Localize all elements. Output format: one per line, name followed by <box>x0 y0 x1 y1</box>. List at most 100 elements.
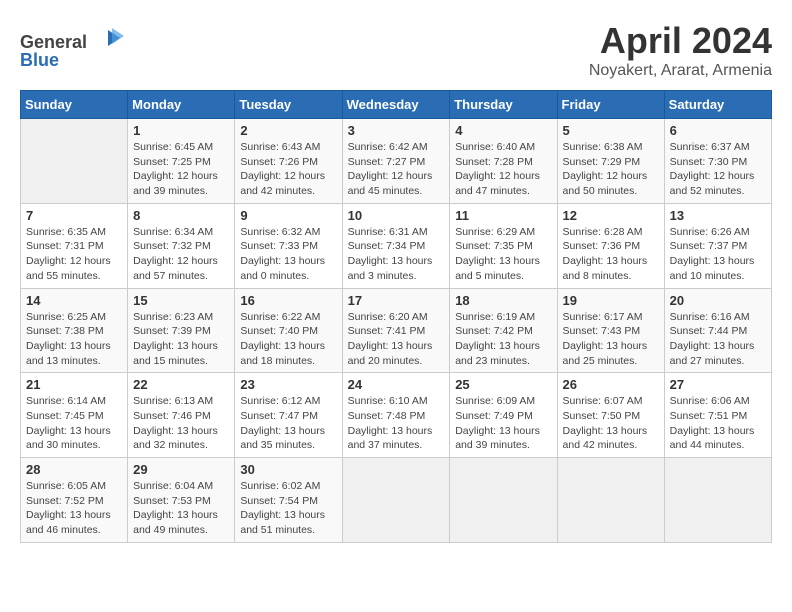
day-info: Sunrise: 6:35 AMSunset: 7:31 PMDaylight:… <box>26 225 122 284</box>
weekday-header-tuesday: Tuesday <box>235 91 342 119</box>
calendar-week-row: 1 Sunrise: 6:45 AMSunset: 7:25 PMDaylight… <box>21 119 772 204</box>
weekday-header-sunday: Sunday <box>21 91 128 119</box>
calendar-cell: 25 Sunrise: 6:09 AMSunset: 7:49 PMDayligh… <box>450 373 557 458</box>
weekday-header-friday: Friday <box>557 91 664 119</box>
calendar-cell <box>557 458 664 543</box>
calendar-cell: 7 Sunrise: 6:35 AMSunset: 7:31 PMDaylight… <box>21 203 128 288</box>
calendar-cell: 27Sunrise: 6:06 AMSunset: 7:51 PMDayligh… <box>664 373 771 458</box>
day-info: Sunrise: 6:09 AMSunset: 7:49 PMDaylight:… <box>455 394 551 453</box>
calendar-cell: 19 Sunrise: 6:17 AMSunset: 7:43 PMDayligh… <box>557 288 664 373</box>
day-number: 13 <box>670 208 766 223</box>
day-number: 6 <box>670 123 766 138</box>
calendar-cell <box>21 119 128 204</box>
day-info: Sunrise: 6:05 AMSunset: 7:52 PMDaylight:… <box>26 479 122 538</box>
calendar-cell: 15Sunrise: 6:23 AMSunset: 7:39 PMDayligh… <box>128 288 235 373</box>
title-area: April 2024 Noyakert, Ararat, Armenia <box>589 20 772 80</box>
day-info: Sunrise: 6:02 AMSunset: 7:54 PMDaylight:… <box>240 479 336 538</box>
day-info: Sunrise: 6:25 AMSunset: 7:38 PMDaylight:… <box>26 310 122 369</box>
calendar-cell: 9 Sunrise: 6:32 AMSunset: 7:33 PMDaylight… <box>235 203 342 288</box>
location-subtitle: Noyakert, Ararat, Armenia <box>589 62 772 80</box>
calendar-week-row: 28 Sunrise: 6:05 AMSunset: 7:52 PMDayligh… <box>21 458 772 543</box>
weekday-header-saturday: Saturday <box>664 91 771 119</box>
calendar-week-row: 21 Sunrise: 6:14 AMSunset: 7:45 PMDayligh… <box>21 373 772 458</box>
day-number: 7 <box>26 208 122 223</box>
day-number: 26 <box>563 377 659 392</box>
day-info: Sunrise: 6:07 AMSunset: 7:50 PMDaylight:… <box>563 394 659 453</box>
day-number: 30 <box>240 462 336 477</box>
calendar-week-row: 14 Sunrise: 6:25 AMSunset: 7:38 PMDayligh… <box>21 288 772 373</box>
calendar-cell <box>342 458 450 543</box>
calendar-cell: 3 Sunrise: 6:42 AMSunset: 7:27 PMDaylight… <box>342 119 450 204</box>
logo: General Blue <box>20 20 140 75</box>
day-number: 2 <box>240 123 336 138</box>
weekday-header-thursday: Thursday <box>450 91 557 119</box>
day-info: Sunrise: 6:28 AMSunset: 7:36 PMDaylight:… <box>563 225 659 284</box>
day-number: 24 <box>348 377 445 392</box>
calendar-cell: 8 Sunrise: 6:34 AMSunset: 7:32 PMDaylight… <box>128 203 235 288</box>
day-info: Sunrise: 6:29 AMSunset: 7:35 PMDaylight:… <box>455 225 551 284</box>
calendar-cell: 26 Sunrise: 6:07 AMSunset: 7:50 PMDayligh… <box>557 373 664 458</box>
day-info: Sunrise: 6:12 AMSunset: 7:47 PMDaylight:… <box>240 394 336 453</box>
day-info: Sunrise: 6:31 AMSunset: 7:34 PMDaylight:… <box>348 225 445 284</box>
day-number: 12 <box>563 208 659 223</box>
day-info: Sunrise: 6:34 AMSunset: 7:32 PMDaylight:… <box>133 225 229 284</box>
day-info: Sunrise: 6:22 AMSunset: 7:40 PMDaylight:… <box>240 310 336 369</box>
day-info: Sunrise: 6:17 AMSunset: 7:43 PMDaylight:… <box>563 310 659 369</box>
day-number: 21 <box>26 377 122 392</box>
day-number: 23 <box>240 377 336 392</box>
day-number: 18 <box>455 293 551 308</box>
day-info: Sunrise: 6:42 AMSunset: 7:27 PMDaylight:… <box>348 140 445 199</box>
logo-general-text: General Blue <box>20 20 140 75</box>
day-number: 15 <box>133 293 229 308</box>
calendar-cell: 4Sunrise: 6:40 AMSunset: 7:28 PMDaylight… <box>450 119 557 204</box>
day-info: Sunrise: 6:26 AMSunset: 7:37 PMDaylight:… <box>670 225 766 284</box>
day-info: Sunrise: 6:37 AMSunset: 7:30 PMDaylight:… <box>670 140 766 199</box>
weekday-header-wednesday: Wednesday <box>342 91 450 119</box>
calendar-cell: 12 Sunrise: 6:28 AMSunset: 7:36 PMDayligh… <box>557 203 664 288</box>
calendar-cell: 21 Sunrise: 6:14 AMSunset: 7:45 PMDayligh… <box>21 373 128 458</box>
day-number: 8 <box>133 208 229 223</box>
svg-text:General: General <box>20 32 87 52</box>
day-number: 25 <box>455 377 551 392</box>
day-number: 16 <box>240 293 336 308</box>
calendar-cell: 22Sunrise: 6:13 AMSunset: 7:46 PMDayligh… <box>128 373 235 458</box>
day-number: 1 <box>133 123 229 138</box>
day-number: 28 <box>26 462 122 477</box>
day-number: 3 <box>348 123 445 138</box>
day-info: Sunrise: 6:14 AMSunset: 7:45 PMDaylight:… <box>26 394 122 453</box>
day-info: Sunrise: 6:20 AMSunset: 7:41 PMDaylight:… <box>348 310 445 369</box>
calendar-cell: 5Sunrise: 6:38 AMSunset: 7:29 PMDaylight… <box>557 119 664 204</box>
day-info: Sunrise: 6:04 AMSunset: 7:53 PMDaylight:… <box>133 479 229 538</box>
day-number: 20 <box>670 293 766 308</box>
calendar-cell: 29Sunrise: 6:04 AMSunset: 7:53 PMDayligh… <box>128 458 235 543</box>
calendar-table: SundayMondayTuesdayWednesdayThursdayFrid… <box>20 90 772 543</box>
calendar-cell: 14 Sunrise: 6:25 AMSunset: 7:38 PMDayligh… <box>21 288 128 373</box>
calendar-cell: 17Sunrise: 6:20 AMSunset: 7:41 PMDayligh… <box>342 288 450 373</box>
calendar-cell <box>664 458 771 543</box>
day-number: 5 <box>563 123 659 138</box>
calendar-cell: 20 Sunrise: 6:16 AMSunset: 7:44 PMDayligh… <box>664 288 771 373</box>
calendar-cell: 24Sunrise: 6:10 AMSunset: 7:48 PMDayligh… <box>342 373 450 458</box>
calendar-cell: 28 Sunrise: 6:05 AMSunset: 7:52 PMDayligh… <box>21 458 128 543</box>
svg-text:Blue: Blue <box>20 50 59 70</box>
calendar-cell <box>450 458 557 543</box>
month-title: April 2024 <box>589 20 772 62</box>
day-number: 22 <box>133 377 229 392</box>
day-number: 19 <box>563 293 659 308</box>
calendar-cell: 13 Sunrise: 6:26 AMSunset: 7:37 PMDayligh… <box>664 203 771 288</box>
day-info: Sunrise: 6:43 AMSunset: 7:26 PMDaylight:… <box>240 140 336 199</box>
calendar-cell: 1 Sunrise: 6:45 AMSunset: 7:25 PMDaylight… <box>128 119 235 204</box>
day-info: Sunrise: 6:16 AMSunset: 7:44 PMDaylight:… <box>670 310 766 369</box>
day-number: 10 <box>348 208 445 223</box>
day-info: Sunrise: 6:32 AMSunset: 7:33 PMDaylight:… <box>240 225 336 284</box>
calendar-cell: 6 Sunrise: 6:37 AMSunset: 7:30 PMDaylight… <box>664 119 771 204</box>
calendar-cell: 10 Sunrise: 6:31 AMSunset: 7:34 PMDayligh… <box>342 203 450 288</box>
day-number: 9 <box>240 208 336 223</box>
calendar-cell: 16 Sunrise: 6:22 AMSunset: 7:40 PMDayligh… <box>235 288 342 373</box>
day-info: Sunrise: 6:45 AMSunset: 7:25 PMDaylight:… <box>133 140 229 199</box>
day-number: 4 <box>455 123 551 138</box>
page-header: General Blue April 2024 Noyakert, Ararat… <box>20 20 772 80</box>
day-number: 14 <box>26 293 122 308</box>
calendar-cell: 2 Sunrise: 6:43 AMSunset: 7:26 PMDaylight… <box>235 119 342 204</box>
calendar-cell: 23 Sunrise: 6:12 AMSunset: 7:47 PMDayligh… <box>235 373 342 458</box>
